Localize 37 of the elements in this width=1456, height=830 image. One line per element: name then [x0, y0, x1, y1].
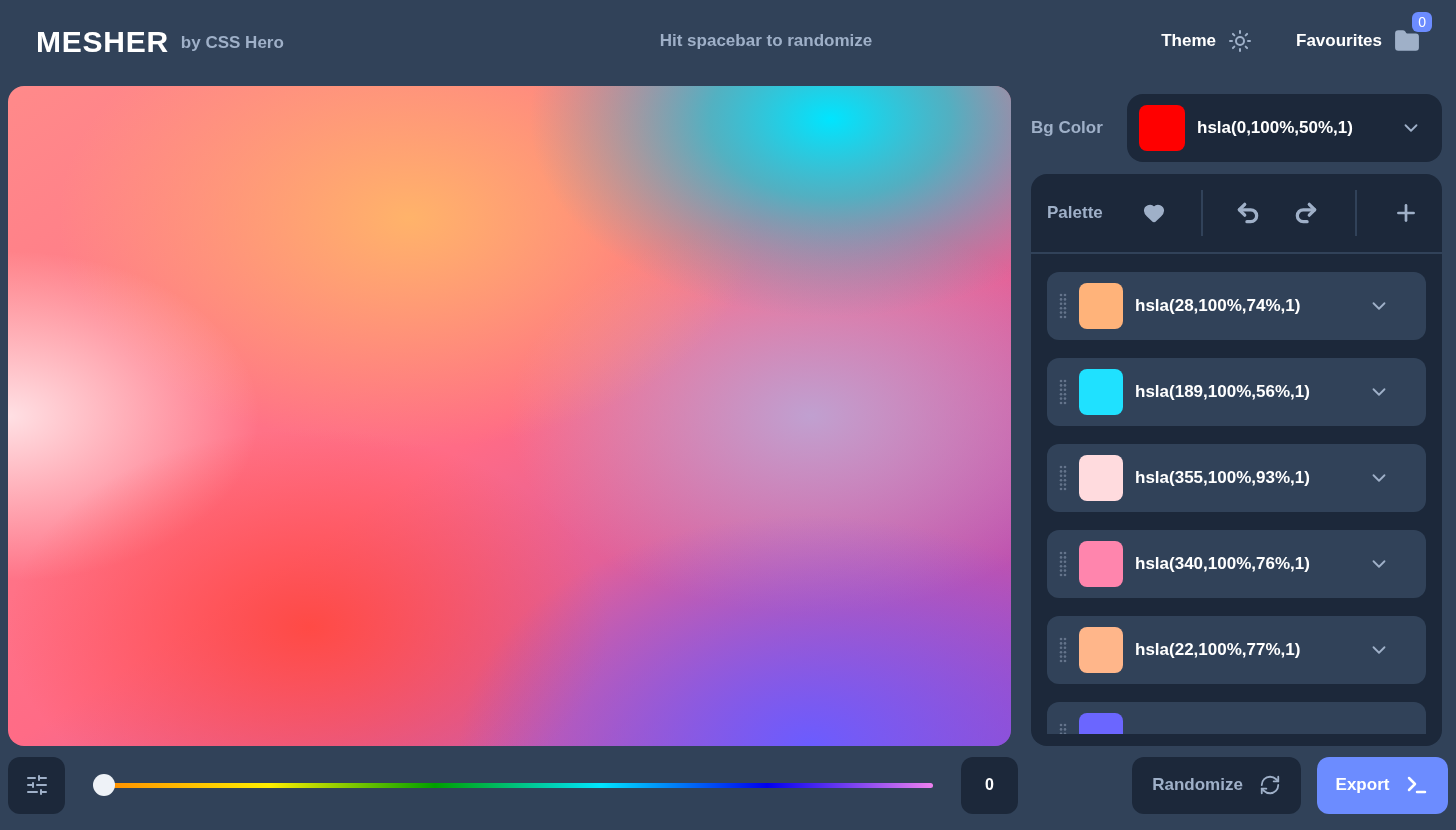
heart-icon	[1143, 202, 1165, 224]
sun-icon	[1228, 29, 1252, 53]
byline: by CSS Hero	[180, 32, 284, 55]
folder-icon	[1394, 28, 1420, 54]
undo-icon	[1235, 200, 1261, 226]
bg-color-label: Bg Color	[1031, 117, 1104, 140]
redo-icon	[1293, 200, 1319, 226]
hint-text: Hit spacebar to randomize	[658, 30, 874, 53]
palette-color-row[interactable]: hsla(355,100%,93%,1)	[1047, 444, 1426, 512]
drag-handle-icon[interactable]	[1059, 637, 1067, 663]
color-value: hsla(189,100%,56%,1)	[1135, 381, 1311, 404]
randomize-button[interactable]: Randomize	[1132, 756, 1301, 814]
settings-button[interactable]	[8, 756, 65, 814]
slider-thumb[interactable]	[93, 774, 115, 796]
drag-handle-icon[interactable]	[1059, 379, 1067, 405]
palette-color-row[interactable]: hsla(340,100%,76%,1)	[1047, 530, 1426, 598]
color-value: hsla(28,100%,74%,1)	[1135, 295, 1302, 318]
palette-label: Palette	[1047, 202, 1104, 225]
palette-color-row[interactable]: hsla(28,100%,74%,1)	[1047, 272, 1426, 340]
bg-color-picker[interactable]: hsla(0,100%,50%,1)	[1127, 94, 1442, 162]
hue-value: 0	[961, 756, 1018, 814]
refresh-icon	[1258, 774, 1281, 796]
drag-handle-icon[interactable]	[1059, 551, 1067, 577]
redo-button[interactable]	[1293, 200, 1319, 226]
color-value: hsla(355,100%,93%,1)	[1135, 467, 1311, 490]
undo-button[interactable]	[1235, 200, 1261, 226]
sliders-icon	[24, 773, 49, 797]
count-badge: 0	[1412, 12, 1432, 32]
palette-color-row[interactable]: hsla(189,100%,56%,1)	[1047, 358, 1426, 426]
drag-handle-icon[interactable]	[1059, 465, 1067, 491]
app-logo: MESHER	[36, 23, 169, 60]
color-value: hsla(22,100%,77%,1)	[1135, 639, 1302, 662]
hue-slider[interactable]	[93, 773, 933, 797]
color-value: hsla(340,100%,76%,1)	[1135, 553, 1311, 576]
drag-handle-icon[interactable]	[1059, 293, 1067, 319]
palette-color-row[interactable]: hsla(22,100%,77%,1)	[1047, 616, 1426, 684]
theme-button[interactable]: Theme	[1161, 28, 1252, 54]
